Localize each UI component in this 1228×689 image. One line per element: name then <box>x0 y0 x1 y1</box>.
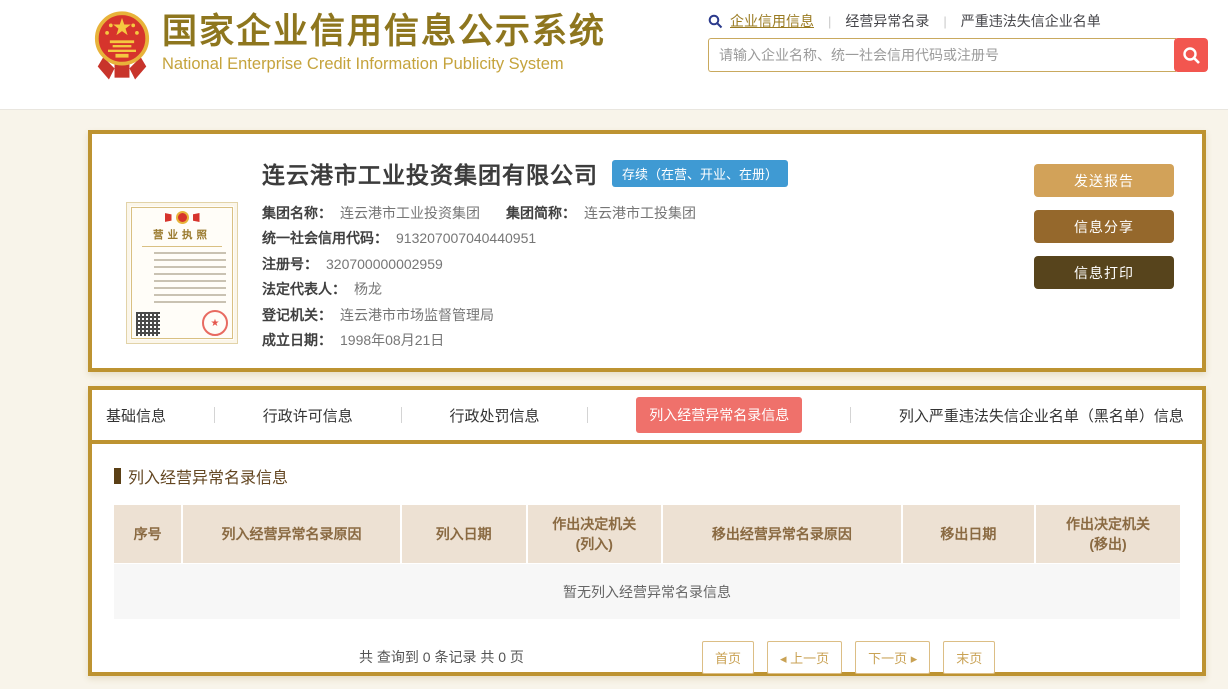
field-label: 集团名称： <box>262 203 332 223</box>
section-title: 列入经营异常名录信息 <box>128 464 288 488</box>
company-info: 连云港市工业投资集团有限公司 存续（在营、开业、在册） 集团名称： 连云港市工业… <box>238 150 1034 368</box>
detail-tabs-card: 基础信息 行政许可信息 行政处罚信息 列入经营异常名录信息 列入严重违法失信企业… <box>88 386 1206 676</box>
flag-icon <box>193 213 200 222</box>
detail-row-legal-rep: 法定代表人： 杨龙 <box>262 277 1034 303</box>
table-header-row: 序号 列入经营异常名录原因 列入日期 作出决定机关 (列入) 移出经营异常名录原… <box>114 505 1180 563</box>
license-footer: ★ <box>136 310 228 336</box>
column-header-remove-date: 移出日期 <box>903 505 1036 563</box>
qr-code-icon <box>136 312 160 336</box>
license-title: 营业执照 <box>134 227 230 242</box>
column-header-remove-authority: 作出决定机关 (移出) <box>1036 505 1180 563</box>
field-value: 913207007040440951 <box>396 230 536 246</box>
flag-icon <box>165 213 172 222</box>
license-header <box>134 211 230 224</box>
nav-link-abnormal-list[interactable]: 经营异常名录 <box>845 11 929 31</box>
field-value: 杨龙 <box>354 279 382 299</box>
header-right: 企业信用信息 | 经营异常名录 | 严重违法失信企业名单 <box>708 10 1208 72</box>
section-title-row: 列入经营异常名录信息 <box>114 464 1180 488</box>
company-card: 营业执照 ★ 连云港市工业投资集团有限公司 存续（在营、开业、在册） 集团名称：… <box>88 130 1206 372</box>
tab-divider <box>850 407 851 423</box>
site-title-en: National Enterprise Credit Information P… <box>162 55 606 74</box>
search-icon <box>708 14 723 29</box>
tab-divider <box>401 407 402 423</box>
nav-link-blacklist[interactable]: 严重违法失信企业名单 <box>961 11 1101 31</box>
field-label: 登记机关： <box>262 305 332 325</box>
search-icon <box>1182 46 1201 65</box>
share-info-button[interactable]: 信息分享 <box>1034 210 1174 243</box>
field-value: 1998年08月21日 <box>340 330 444 350</box>
company-name: 连云港市工业投资集团有限公司 <box>262 156 598 190</box>
tab-divider <box>214 407 215 423</box>
tab-admin-penalty[interactable]: 行政处罚信息 <box>449 405 539 426</box>
send-report-button[interactable]: 发送报告 <box>1034 164 1174 197</box>
tab-divider <box>587 407 588 423</box>
prev-page-button[interactable]: ◂ 上一页 <box>767 641 842 674</box>
tab-bar: 基础信息 行政许可信息 行政处罚信息 列入经营异常名录信息 列入严重违法失信企业… <box>92 390 1202 440</box>
field-value: 连云港市工业投资集团 <box>340 203 480 223</box>
site-title-cn: 国家企业信用信息公示系统 <box>162 12 606 52</box>
field-label: 统一社会信用代码： <box>262 228 388 248</box>
search-bar <box>708 38 1208 72</box>
field-label: 成立日期： <box>262 330 332 350</box>
status-badge: 存续（在营、开业、在册） <box>612 160 788 187</box>
field-label: 法定代表人： <box>262 279 346 299</box>
field-label: 集团简称： <box>506 203 576 223</box>
national-emblem-icon <box>176 211 189 224</box>
last-page-button[interactable]: 末页 <box>943 641 995 674</box>
header-inner: 国家企业信用信息公示系统 National Enterprise Credit … <box>88 0 1208 109</box>
site-logo: 国家企业信用信息公示系统 National Enterprise Credit … <box>94 8 606 87</box>
column-header-list-reason: 列入经营异常名录原因 <box>183 505 402 563</box>
column-header-remove-reason: 移出经营异常名录原因 <box>663 505 903 563</box>
field-value: 连云港市工投集团 <box>584 203 696 223</box>
license-text-lines <box>138 252 226 304</box>
nav-separator: | <box>943 14 946 29</box>
detail-row-reg-authority: 登记机关： 连云港市市场监督管理局 <box>262 302 1034 328</box>
national-emblem-icon <box>94 8 150 87</box>
header-nav: 企业信用信息 | 经营异常名录 | 严重违法失信企业名单 <box>708 10 1208 32</box>
first-page-button[interactable]: 首页 <box>702 641 754 674</box>
field-label: 注册号： <box>262 254 318 274</box>
pagination-row: 共 查询到 0 条记录 共 0 页 首页 ◂ 上一页 下一页 ▸ 末页 <box>114 641 1180 671</box>
tab-blacklist[interactable]: 列入严重违法失信企业名单（黑名单）信息 <box>899 405 1184 426</box>
next-page-button[interactable]: 下一页 ▸ <box>855 641 930 674</box>
tab-content: 列入经营异常名录信息 序号 列入经营异常名录原因 列入日期 作出决定机关 (列入… <box>92 444 1202 671</box>
table-empty-state: 暂无列入经营异常名录信息 <box>114 564 1180 619</box>
tab-basic-info[interactable]: 基础信息 <box>106 405 166 426</box>
print-info-button[interactable]: 信息打印 <box>1034 256 1174 289</box>
abnormal-list-table: 序号 列入经营异常名录原因 列入日期 作出决定机关 (列入) 移出经营异常名录原… <box>114 505 1180 619</box>
detail-row-reg-number: 注册号： 320700000002959 <box>262 251 1034 277</box>
site-titles: 国家企业信用信息公示系统 National Enterprise Credit … <box>162 8 606 74</box>
nav-link-credit-info[interactable]: 企业信用信息 <box>730 11 814 31</box>
pagination-buttons: 首页 ◂ 上一页 下一页 ▸ 末页 <box>702 641 1008 674</box>
search-input[interactable] <box>708 38 1176 72</box>
detail-row-group-name: 集团名称： 连云港市工业投资集团 集团简称： 连云港市工投集团 <box>262 200 1034 226</box>
company-actions: 发送报告 信息分享 信息打印 <box>1034 150 1184 368</box>
field-value: 320700000002959 <box>326 256 443 272</box>
company-name-row: 连云港市工业投资集团有限公司 存续（在营、开业、在册） <box>262 156 1034 190</box>
nav-separator: | <box>828 14 831 29</box>
column-header-list-date: 列入日期 <box>402 505 528 563</box>
company-detail-rows: 集团名称： 连云港市工业投资集团 集团简称： 连云港市工投集团 统一社会信用代码… <box>262 200 1034 353</box>
red-seal-icon: ★ <box>202 310 228 336</box>
tab-admin-license[interactable]: 行政许可信息 <box>263 405 353 426</box>
company-card-inner: 营业执照 ★ 连云港市工业投资集团有限公司 存续（在营、开业、在册） 集团名称：… <box>92 134 1202 368</box>
license-divider <box>142 246 222 247</box>
column-header-seq: 序号 <box>114 505 183 563</box>
detail-row-established-date: 成立日期： 1998年08月21日 <box>262 328 1034 354</box>
tab-abnormal-operations[interactable]: 列入经营异常名录信息 <box>636 397 802 433</box>
business-license-thumbnail: 营业执照 ★ <box>126 202 238 344</box>
record-count-summary: 共 查询到 0 条记录 共 0 页 <box>359 647 524 667</box>
detail-row-credit-code: 统一社会信用代码： 913207007040440951 <box>262 226 1034 252</box>
search-button[interactable] <box>1174 38 1208 72</box>
field-value: 连云港市市场监督管理局 <box>340 305 494 325</box>
column-header-list-authority: 作出决定机关 (列入) <box>528 505 663 563</box>
section-bullet-icon <box>114 468 121 484</box>
site-header: 国家企业信用信息公示系统 National Enterprise Credit … <box>0 0 1228 110</box>
